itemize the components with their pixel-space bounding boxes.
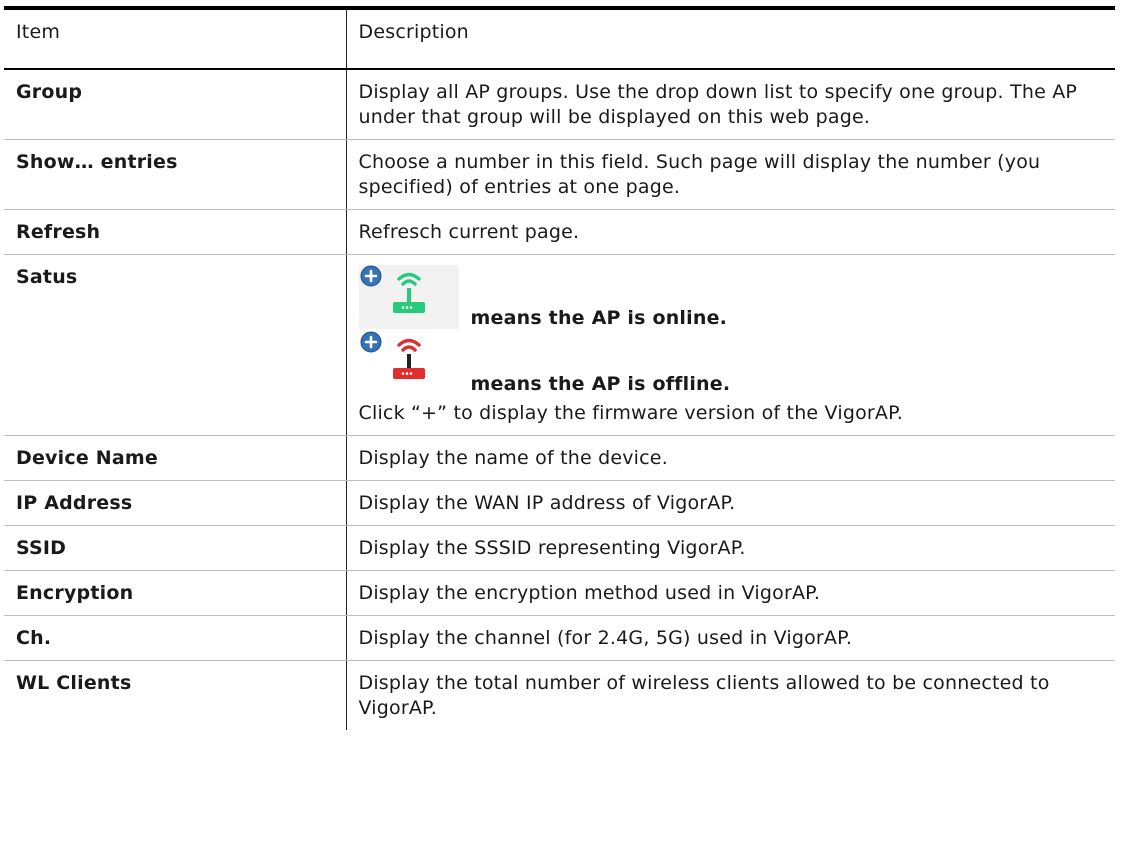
description-cell: Display the encryption method used in Vi… (346, 570, 1115, 616)
table-row: IP Address Display the WAN IP address of… (4, 480, 1115, 526)
item-cell: Device Name (4, 435, 347, 481)
description-cell: Choose a number in this field. Such page… (346, 139, 1115, 210)
description-cell: Display the total number of wireless cli… (358, 672, 1050, 719)
description-cell: Display all AP groups. Use the drop down… (346, 69, 1115, 140)
item-cell: Refresh (4, 209, 347, 255)
status-note: Click “+” to display the firmware versio… (358, 402, 904, 424)
item-cell: Encryption (4, 570, 347, 616)
header-description: Description (346, 8, 1115, 70)
item-cell: Ch. (4, 615, 347, 661)
description-cell: Display the name of the device. (346, 435, 1115, 481)
item-cell: IP Address (4, 480, 347, 526)
table-row: Satus means the AP is online. means the … (4, 254, 1115, 436)
description-cell: Display the SSSID representing VigorAP. (346, 525, 1115, 571)
table-row: WL Clients Display the total number of w… (4, 660, 1115, 730)
table-row: Ch. Display the channel (for 2.4G, 5G) u… (4, 615, 1115, 661)
table-row: Refresh Refresch current page. (4, 209, 1115, 255)
description-cell: means the AP is online. means the AP is … (346, 254, 1115, 436)
table-row: Device Name Display the name of the devi… (4, 435, 1115, 481)
item-description-table: Item Description Group Display all AP gr… (4, 6, 1115, 730)
ap-online-icon (358, 265, 459, 329)
status-online-line: means the AP is online. (358, 263, 1104, 329)
status-offline-caption: means the AP is offline. (470, 373, 731, 395)
description-cell: Display the WAN IP address of VigorAP. (346, 480, 1115, 526)
table-row: SSID Display the SSSID representing Vigo… (4, 525, 1115, 571)
table-row: Group Display all AP groups. Use the dro… (4, 69, 1115, 140)
header-item: Item (4, 8, 347, 70)
item-cell: Satus (4, 254, 347, 436)
description-cell: Refresch current page. (346, 209, 1115, 255)
status-online-caption: means the AP is online. (470, 307, 728, 329)
description-cell: Display the channel (for 2.4G, 5G) used … (346, 615, 1115, 661)
item-cell: Show… entries (4, 139, 347, 210)
ap-offline-icon (359, 331, 459, 395)
item-cell: WL Clients (4, 660, 347, 730)
table-header-row: Item Description (4, 8, 1115, 70)
item-cell: Group (4, 69, 347, 140)
table-row: Show… entries Choose a number in this fi… (4, 139, 1115, 210)
status-offline-line: means the AP is offline. (359, 329, 1104, 395)
item-cell: SSID (4, 525, 347, 571)
table-row: Encryption Display the encryption method… (4, 570, 1115, 616)
